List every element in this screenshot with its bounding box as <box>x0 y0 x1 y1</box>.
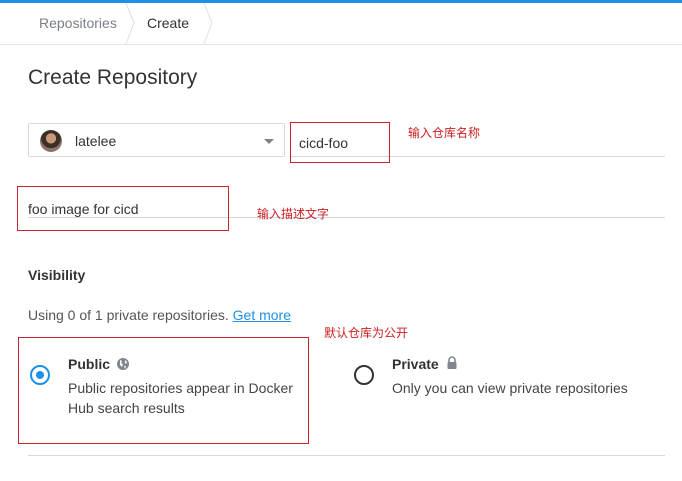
public-label: Public <box>68 356 111 372</box>
annotation-visibility: 默认仓库为公开 <box>324 326 409 340</box>
owner-select[interactable]: latelee <box>28 123 285 157</box>
public-description: Public repositories appear in Docker Hub… <box>68 380 293 416</box>
annotation-description: 输入描述文字 <box>257 207 330 221</box>
private-label: Private <box>392 356 439 372</box>
section-divider <box>28 455 665 456</box>
breadcrumb: Repositories Create <box>0 3 682 45</box>
user-avatar-icon <box>40 130 62 152</box>
description-input[interactable] <box>17 186 229 231</box>
private-description: Only you can view private repositories <box>392 380 628 396</box>
public-radio[interactable] <box>30 365 50 385</box>
breadcrumb-repositories-link[interactable]: Repositories <box>39 15 117 31</box>
get-more-link[interactable]: Get more <box>233 307 291 323</box>
globe-icon <box>117 358 129 370</box>
breadcrumb-create: Create <box>147 15 190 31</box>
breadcrumb-separator-icon <box>203 3 213 44</box>
breadcrumb-separator-icon <box>125 3 135 44</box>
repository-name-input[interactable] <box>290 122 390 163</box>
owner-name: latelee <box>75 133 117 149</box>
visibility-title: Visibility <box>28 267 86 283</box>
chevron-down-icon <box>264 139 274 144</box>
lock-icon <box>447 356 457 369</box>
usage-text: Using 0 of 1 private repositories. <box>28 307 229 323</box>
private-radio[interactable] <box>354 365 374 385</box>
private-usage-text: Using 0 of 1 private repositories. Get m… <box>28 307 291 323</box>
annotation-name: 输入仓库名称 <box>408 126 481 140</box>
page-title: Create Repository <box>28 66 198 89</box>
